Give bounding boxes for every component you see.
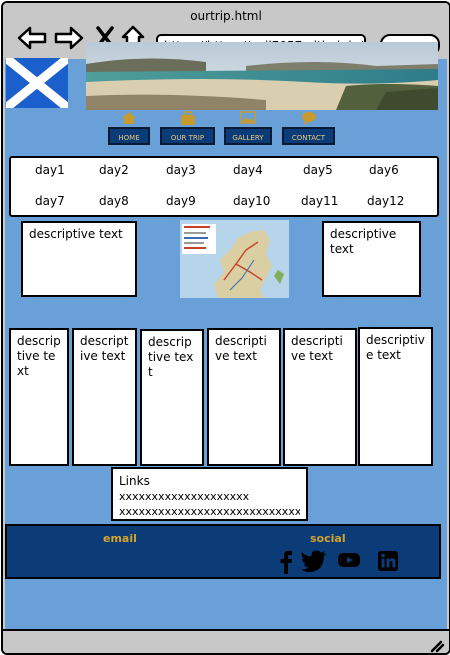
day-link[interactable]: day1 (35, 163, 65, 177)
day-link[interactable]: day7 (35, 194, 65, 208)
description-column: descriptive text (283, 328, 357, 466)
route-map-image (180, 220, 289, 298)
day-link[interactable]: day12 (367, 194, 404, 208)
youtube-icon[interactable] (337, 550, 361, 570)
links-box: Links xxxxxxxxxxxxxxxxxxxx xxxxxxxxxxxxx… (111, 467, 308, 521)
day-link[interactable]: day6 (369, 163, 399, 177)
footer: email social (5, 524, 441, 579)
resize-handle-icon[interactable] (429, 639, 445, 653)
luggage-icon (180, 111, 195, 125)
description-column: descriptive text (9, 328, 69, 466)
day-link[interactable]: day3 (166, 163, 196, 177)
description-column: descriptive text (72, 328, 137, 466)
image-icon (240, 111, 256, 124)
links-title: Links (119, 474, 150, 488)
window-title: ourtrip.html (190, 9, 262, 23)
forward-arrow-icon[interactable] (54, 25, 84, 51)
status-bar (3, 629, 449, 653)
home-icon (122, 112, 136, 124)
nav-home-label: HOME (108, 127, 150, 145)
chat-icon (301, 112, 316, 125)
hero-beach-image (86, 42, 438, 110)
description-left: descriptive text (21, 221, 137, 297)
day-link[interactable]: day4 (233, 163, 263, 177)
day-link[interactable]: day9 (166, 194, 196, 208)
twitter-icon[interactable] (301, 550, 327, 572)
day-link[interactable]: day5 (303, 163, 333, 177)
footer-email-label[interactable]: email (103, 532, 137, 545)
day-link[interactable]: day2 (99, 163, 129, 177)
link-item[interactable]: xxxxxxxxxxxxxxxxxxxxxxxxxxxxx (119, 504, 300, 519)
facebook-icon[interactable] (279, 550, 293, 574)
scotland-flag-logo (6, 58, 68, 108)
nav-contact-label: CONTACT (282, 127, 335, 145)
back-arrow-icon[interactable] (17, 25, 47, 51)
link-item[interactable]: xxxxxxxxxxxxxxxxxxxx (119, 489, 300, 504)
footer-social-label: social (310, 532, 346, 545)
day-link[interactable]: day8 (99, 194, 129, 208)
linkedin-icon[interactable] (377, 550, 399, 572)
description-column: descriptive text (358, 327, 433, 466)
description-column: descriptive text (140, 329, 204, 466)
day-link[interactable]: day11 (301, 194, 338, 208)
nav-our-trip-label: OUR TRIP (160, 127, 215, 145)
description-right: descriptive text (322, 221, 421, 297)
day-selector: day1 day2 day3 day4 day5 day6 day7 day8 … (9, 156, 439, 217)
description-column: descriptive text (207, 328, 281, 466)
day-link[interactable]: day10 (233, 194, 270, 208)
nav-gallery-label: GALLERY (224, 127, 272, 145)
